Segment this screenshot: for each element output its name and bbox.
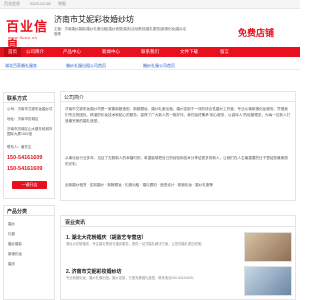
intro-paragraph-3: 全新婚纱租赁 · 定制婚纱 · 新娘跟妆 · 礼服出租 · 婚礼跟拍 · 造型设…: [65, 183, 214, 187]
product-category-item[interactable]: 婚纱: [8, 222, 15, 227]
site-logo[interactable]: 百业信息 www.3uuu.cn: [6, 16, 48, 54]
contact-address-city: 地址：济南市历城区: [7, 117, 39, 121]
company-name: 济南市艾妮彩妆婚纱坊: [54, 15, 134, 24]
top-bar: 百业信息 2023-02-28 举报: [0, 0, 300, 9]
news-item-title[interactable]: 2. 济南市艾妮彩妆婚纱坊: [66, 268, 122, 275]
breadcrumb-link-1[interactable]: 湖北百家婚礼服务: [5, 63, 37, 69]
news-item-desc: 湖北大花轿婚庆，专注婚礼策划与婚庆服务，提供一站式婚礼解决方案，让您的婚礼更加完…: [66, 242, 205, 246]
breadcrumb-link-2[interactable]: 婚纱礼服出租公司首页: [66, 63, 106, 69]
news-panel: 百业资讯 1. 湖北大花轿婚庆（胡蓝艺专营店） 湖北大花轿婚庆，专注婚礼策划与婚…: [60, 215, 296, 300]
company-intro-panel: 公司简介 济南市艾妮彩妆婚纱坊是一家集新娘造型、新娘跟妆、婚纱礼服出租、婚纱定制…: [60, 91, 296, 201]
product-category-item[interactable]: 婚纱摄影: [8, 242, 22, 247]
news-thumbnail-image[interactable]: [244, 232, 292, 262]
news-panel-title: 百业资讯: [61, 216, 295, 227]
contact-person: 联系人：姜先生: [7, 145, 32, 149]
product-category-item[interactable]: 婚庆: [8, 262, 15, 267]
nav-item-about[interactable]: 公司简介: [26, 49, 44, 55]
intro-paragraph-1: 济南市艾妮彩妆婚纱坊是一家集新娘造型、新娘跟妆、婚纱礼服出租、婚纱定制于一体的综…: [65, 107, 291, 124]
topbar-site-name[interactable]: 百业信息: [4, 1, 20, 7]
contact-phone-2[interactable]: 150-54161609: [7, 166, 42, 172]
news-item[interactable]: 2. 济南市艾妮彩妆婚纱坊 专业新娘化妆、婚纱礼服出租、婚纱定制，打造完美婚礼造…: [66, 268, 241, 296]
news-item[interactable]: 1. 湖北大花轿婚庆（胡蓝艺专营店） 湖北大花轿婚庆，专注婚礼策划与婚庆服务，提…: [66, 234, 241, 262]
product-category-item[interactable]: 新娘化妆: [8, 252, 22, 257]
contact-address-detail: 济南市历城区山大路东段城市国际大厦1502室: [7, 127, 53, 136]
topbar-date: 2023-02-28: [30, 1, 51, 6]
nav-item-news[interactable]: 新闻中心: [102, 49, 120, 55]
nav-item-home[interactable]: 首页: [4, 47, 21, 57]
product-category-title: 产品分类: [4, 206, 54, 216]
contact-company: 公司：济南市艾妮彩妆婚纱坊: [7, 107, 53, 111]
contact-phone-1[interactable]: 150-54161609: [7, 155, 42, 161]
logo-url-text: www.3uuu.cn: [8, 35, 38, 40]
intro-paragraph-2: 从事化妆行业多年，见证了无数新人的幸福时刻，希望能够把自己的经验和技术分享给更多…: [65, 156, 288, 167]
contact-panel-title: 联系方式: [4, 93, 54, 103]
open-shop-button[interactable]: 一键开店: [12, 181, 47, 189]
company-tagline: 主营：济南婚纱摄影|婚纱礼服出租|婚纱造型|婚庆|活动策划|婚礼跟拍|新娘化妆|…: [54, 27, 187, 36]
nav-item-guestbook[interactable]: 留言: [220, 49, 229, 55]
product-category-panel: 产品分类 婚纱 礼服 婚纱摄影 新娘化妆 婚庆: [3, 205, 55, 300]
nav-item-contact[interactable]: 联系我们: [141, 49, 159, 55]
product-category-item[interactable]: 礼服: [8, 232, 15, 237]
news-item-desc: 专业新娘化妆、婚纱礼服出租、婚纱定制，打造完美婚礼造型，联系电话150-5416…: [66, 276, 197, 280]
news-item-title[interactable]: 1. 湖北大花轿婚庆（胡蓝艺专营店）: [66, 234, 147, 241]
main-nav: 首页 公司简介 产品中心 新闻中心 联系我们 文件下载 留言: [0, 47, 300, 57]
free-shop-link[interactable]: 免费店铺: [238, 26, 274, 39]
nav-item-products[interactable]: 产品中心: [63, 49, 81, 55]
topbar-report-link[interactable]: 举报: [58, 1, 66, 7]
nav-item-downloads[interactable]: 文件下载: [180, 49, 198, 55]
breadcrumb: 湖北百家婚礼服务 婚纱礼服出租公司首页 婚纱礼服公司首页: [0, 61, 300, 70]
contact-panel: 联系方式 公司：济南市艾妮彩妆婚纱坊 地址：济南市历城区 济南市历城区山大路东段…: [3, 92, 55, 199]
company-intro-title: 公司简介: [61, 92, 295, 102]
news-thumbnail-image[interactable]: [244, 266, 292, 296]
breadcrumb-link-3[interactable]: 婚纱礼服公司首页: [143, 63, 175, 69]
